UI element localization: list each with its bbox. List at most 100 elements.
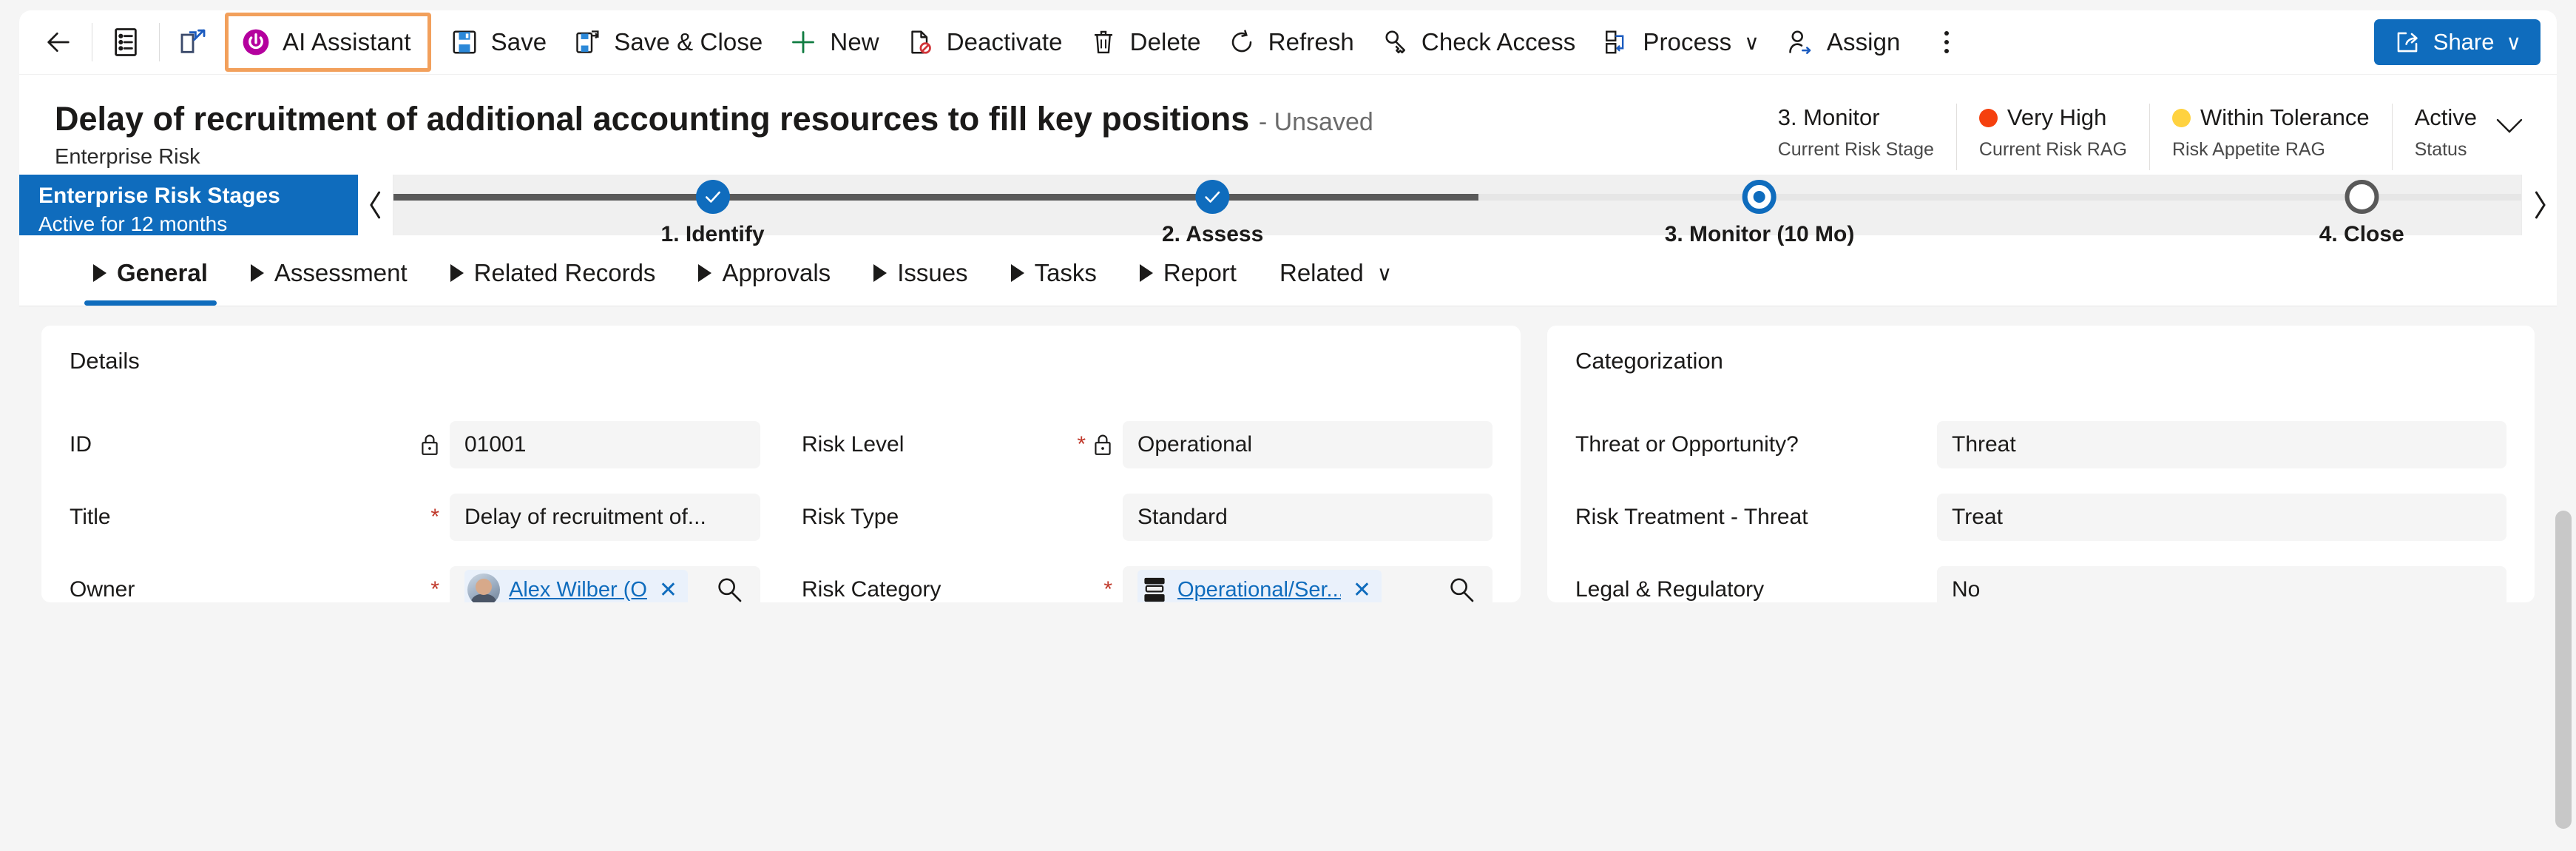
field-row-title: Title * Delay of recruitment of... [70,481,760,554]
field-row-legal-and-regulatory: Legal & Regulatory No [1575,554,2506,602]
tab-approvals[interactable]: Approvals [685,240,844,306]
required-asterisk-icon: * [430,505,439,529]
expand-triangle-icon [450,264,464,282]
risk-treatment-threat-input[interactable]: Treat [1937,494,2506,541]
refresh-icon [1228,28,1256,56]
check-access-button[interactable]: Check Access [1368,19,1589,65]
risk-level-field-value: Operational [1137,432,1253,457]
bpf-stage-assess[interactable]: 2. Assess [1162,175,1263,247]
more-commands-button[interactable] [1924,19,1969,65]
risk-category-lookup-pill[interactable]: Operational/Ser... ✕ [1137,570,1382,602]
expand-triangle-icon [1010,264,1024,282]
details-column-left: ID 01001 Title * Delay of recruitment of… [70,408,760,602]
bpf-name-label: Enterprise Risk Stages [38,184,280,208]
title-field-input[interactable]: Delay of recruitment of... [450,494,760,541]
delete-button[interactable]: Delete [1076,19,1214,65]
save-button[interactable]: Save [437,19,561,65]
back-button[interactable] [36,19,81,65]
save-icon [450,28,479,56]
bpf-previous-stage-button[interactable] [358,175,393,235]
risk-level-field-input[interactable]: Operational [1123,421,1492,468]
record-title-text: Delay of recruitment of additional accou… [55,100,1250,138]
share-button[interactable]: Share ∨ [2373,19,2540,65]
form-selector-icon[interactable] [103,19,149,65]
entity-record-icon [1140,575,1169,602]
threat-or-opportunity-value: Threat [1952,432,2016,457]
tab-general-label: General [117,259,208,286]
command-bar: AI Assistant Save Save & Close New Deact… [19,10,2557,74]
tab-related-records[interactable]: Related Records [437,240,669,306]
assign-button[interactable]: Assign [1773,19,1914,65]
dot [1944,31,1949,36]
process-label: Process [1643,28,1732,56]
owner-lookup-pill[interactable]: Alex Wilber (O ✕ [464,570,689,603]
process-icon [1602,28,1630,56]
assign-person-icon [1786,28,1814,56]
expand-triangle-icon [250,264,264,282]
bpf-name-button[interactable]: Enterprise Risk Stages Active for 12 mon… [19,175,358,235]
tab-related-dropdown[interactable]: Related ∨ [1266,240,1405,306]
bpf-next-stage-button[interactable] [2521,175,2557,235]
bpf-todo-stage-icon [2345,180,2379,214]
current-risk-stage-value: 3. Monitor [1777,104,1880,130]
title-field-label: Title [70,505,111,529]
owner-field-lookup[interactable]: Alex Wilber (O ✕ [450,566,760,602]
refresh-button[interactable]: Refresh [1214,19,1368,65]
owner-field-adornments: * [135,579,450,601]
bpf-stage-close[interactable]: 4. Close [2319,175,2404,247]
details-section: Details ID 01001 Title * Delay of recrui… [41,326,1521,602]
risk-category-lookup-search-icon[interactable] [1445,574,1478,602]
dot [1944,49,1949,53]
tab-assessment[interactable]: Assessment [237,240,421,306]
tab-issues-label: Issues [897,259,968,286]
bpf-stage-monitor[interactable]: 3. Monitor (10 Mo) [1665,175,1854,247]
risk-category-field-lookup[interactable]: Operational/Ser... ✕ [1123,566,1492,602]
field-row-risk-treatment-threat: Risk Treatment - Threat Treat [1575,481,2506,554]
tab-report[interactable]: Report [1126,240,1250,306]
save-and-close-button[interactable]: Save & Close [560,19,776,65]
header-expand-chevron-icon[interactable] [2487,104,2532,148]
field-row-risk-level: Risk Level * Operational [802,408,1492,481]
owner-lookup-search-icon[interactable] [713,574,746,602]
header-field-current-risk-stage[interactable]: 3. Monitor Current Risk Stage [1756,104,1956,170]
tab-issues[interactable]: Issues [860,240,981,306]
expand-triangle-icon [93,264,107,282]
chevron-down-icon: ∨ [1376,261,1393,285]
header-field-risk-appetite-rag[interactable]: Within Tolerance Risk Appetite RAG [2149,104,2392,170]
tab-tasks[interactable]: Tasks [998,240,1110,306]
tab-report-label: Report [1163,259,1237,286]
header-field-current-risk-rag[interactable]: Very High Current Risk RAG [1955,104,2149,170]
app-root: AI Assistant Save Save & Close New Deact… [0,0,2576,851]
id-field-input[interactable]: 01001 [450,421,760,468]
refresh-label: Refresh [1268,28,1354,56]
title-field-value: Delay of recruitment of... [464,505,706,529]
id-field-label: ID [70,432,92,457]
threat-or-opportunity-input[interactable]: Threat [1937,421,2506,468]
form-content: Details ID 01001 Title * Delay of recrui… [19,306,2557,602]
field-row-threat-or-opportunity: Threat or Opportunity? Threat [1575,408,2506,481]
tab-bar: General Assessment Related Records Appro… [19,235,2557,306]
clear-owner-icon[interactable]: ✕ [656,577,680,603]
clear-risk-category-icon[interactable]: ✕ [1350,577,1374,603]
save-label: Save [490,28,547,56]
vertical-scrollbar[interactable] [2555,511,2572,829]
deactivate-label: Deactivate [946,28,1063,56]
header-field-status[interactable]: Active Status [2391,104,2481,170]
tab-related-label: Related [1279,259,1364,286]
tab-general[interactable]: General [80,240,221,306]
risk-type-field-input[interactable]: Standard [1123,494,1492,541]
field-row-risk-type: Risk Type Standard [802,481,1492,554]
ai-assistant-highlight: AI Assistant [225,13,431,72]
required-asterisk-icon: * [1103,577,1112,602]
legal-and-regulatory-input[interactable]: No [1937,566,2506,602]
popout-icon[interactable] [170,19,216,65]
deactivate-button[interactable]: Deactivate [893,19,1076,65]
bpf-check-icon [695,180,730,214]
bpf-stage-identify[interactable]: 1. Identify [661,175,765,247]
process-button[interactable]: Process ∨ [1589,19,1773,65]
new-button[interactable]: New [776,19,892,65]
legal-and-regulatory-value: No [1952,577,1981,602]
ai-assistant-button[interactable]: AI Assistant [236,19,417,65]
categorization-section: Categorization Threat or Opportunity? Th… [1547,326,2535,602]
scrollbar-thumb[interactable] [2555,511,2572,829]
